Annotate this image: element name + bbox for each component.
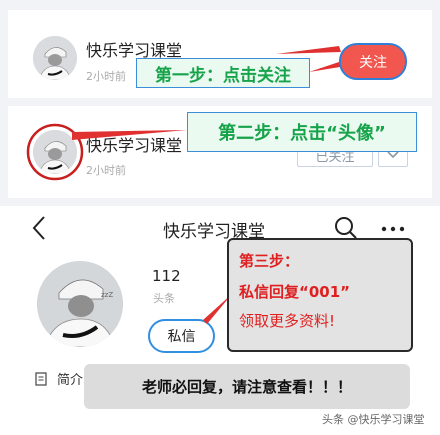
profile-page: 快乐学习课堂 zzZ 112 头条 私信 第三步： 私信回复“001” 领取更多… — [0, 206, 440, 435]
intro-row[interactable]: 简介 — [35, 369, 83, 388]
search-icon[interactable] — [334, 216, 358, 240]
watermark: 头条 @快乐学习课堂 — [322, 413, 425, 426]
private-message-button[interactable]: 私信 — [148, 319, 215, 353]
feed-card-follow: 快乐学习课堂 2小时前 第一步：点击关注 关注 — [8, 10, 432, 98]
profile-avatar[interactable]: zzZ — [37, 261, 123, 347]
svg-text:zzZ: zzZ — [101, 291, 113, 299]
step-three-panel: 第三步： 私信回复“001” 领取更多资料! — [227, 238, 413, 352]
stat-value: 112 — [152, 267, 181, 285]
more-icon[interactable] — [381, 225, 405, 233]
back-icon[interactable] — [31, 215, 47, 241]
account-name[interactable]: 快乐学习课堂 — [86, 132, 182, 156]
feed-card-avatar: 快乐学习课堂 2小时前 已关注 第二步：点击“头像” — [8, 106, 432, 198]
step-three-title: 第三步： — [239, 252, 300, 270]
highlight-circle — [26, 123, 84, 181]
step-one-label: 第一步：点击关注 — [136, 58, 310, 88]
notice-banner: 老师必回复，请注意查看！！！ — [84, 364, 410, 409]
follow-button[interactable]: 关注 — [339, 43, 407, 80]
step-three-action: 私信回复“001” — [239, 283, 351, 301]
step-three-note: 领取更多资料! — [239, 312, 336, 330]
post-time: 2小时前 — [86, 70, 126, 83]
stat-label: 头条 — [153, 292, 175, 305]
step-two-label: 第二步：点击“头像” — [187, 112, 417, 152]
document-icon — [35, 371, 47, 386]
intro-label: 简介 — [57, 373, 84, 388]
avatar[interactable] — [33, 36, 77, 80]
post-time: 2小时前 — [86, 164, 126, 177]
private-message-label: 私信 — [167, 329, 196, 345]
